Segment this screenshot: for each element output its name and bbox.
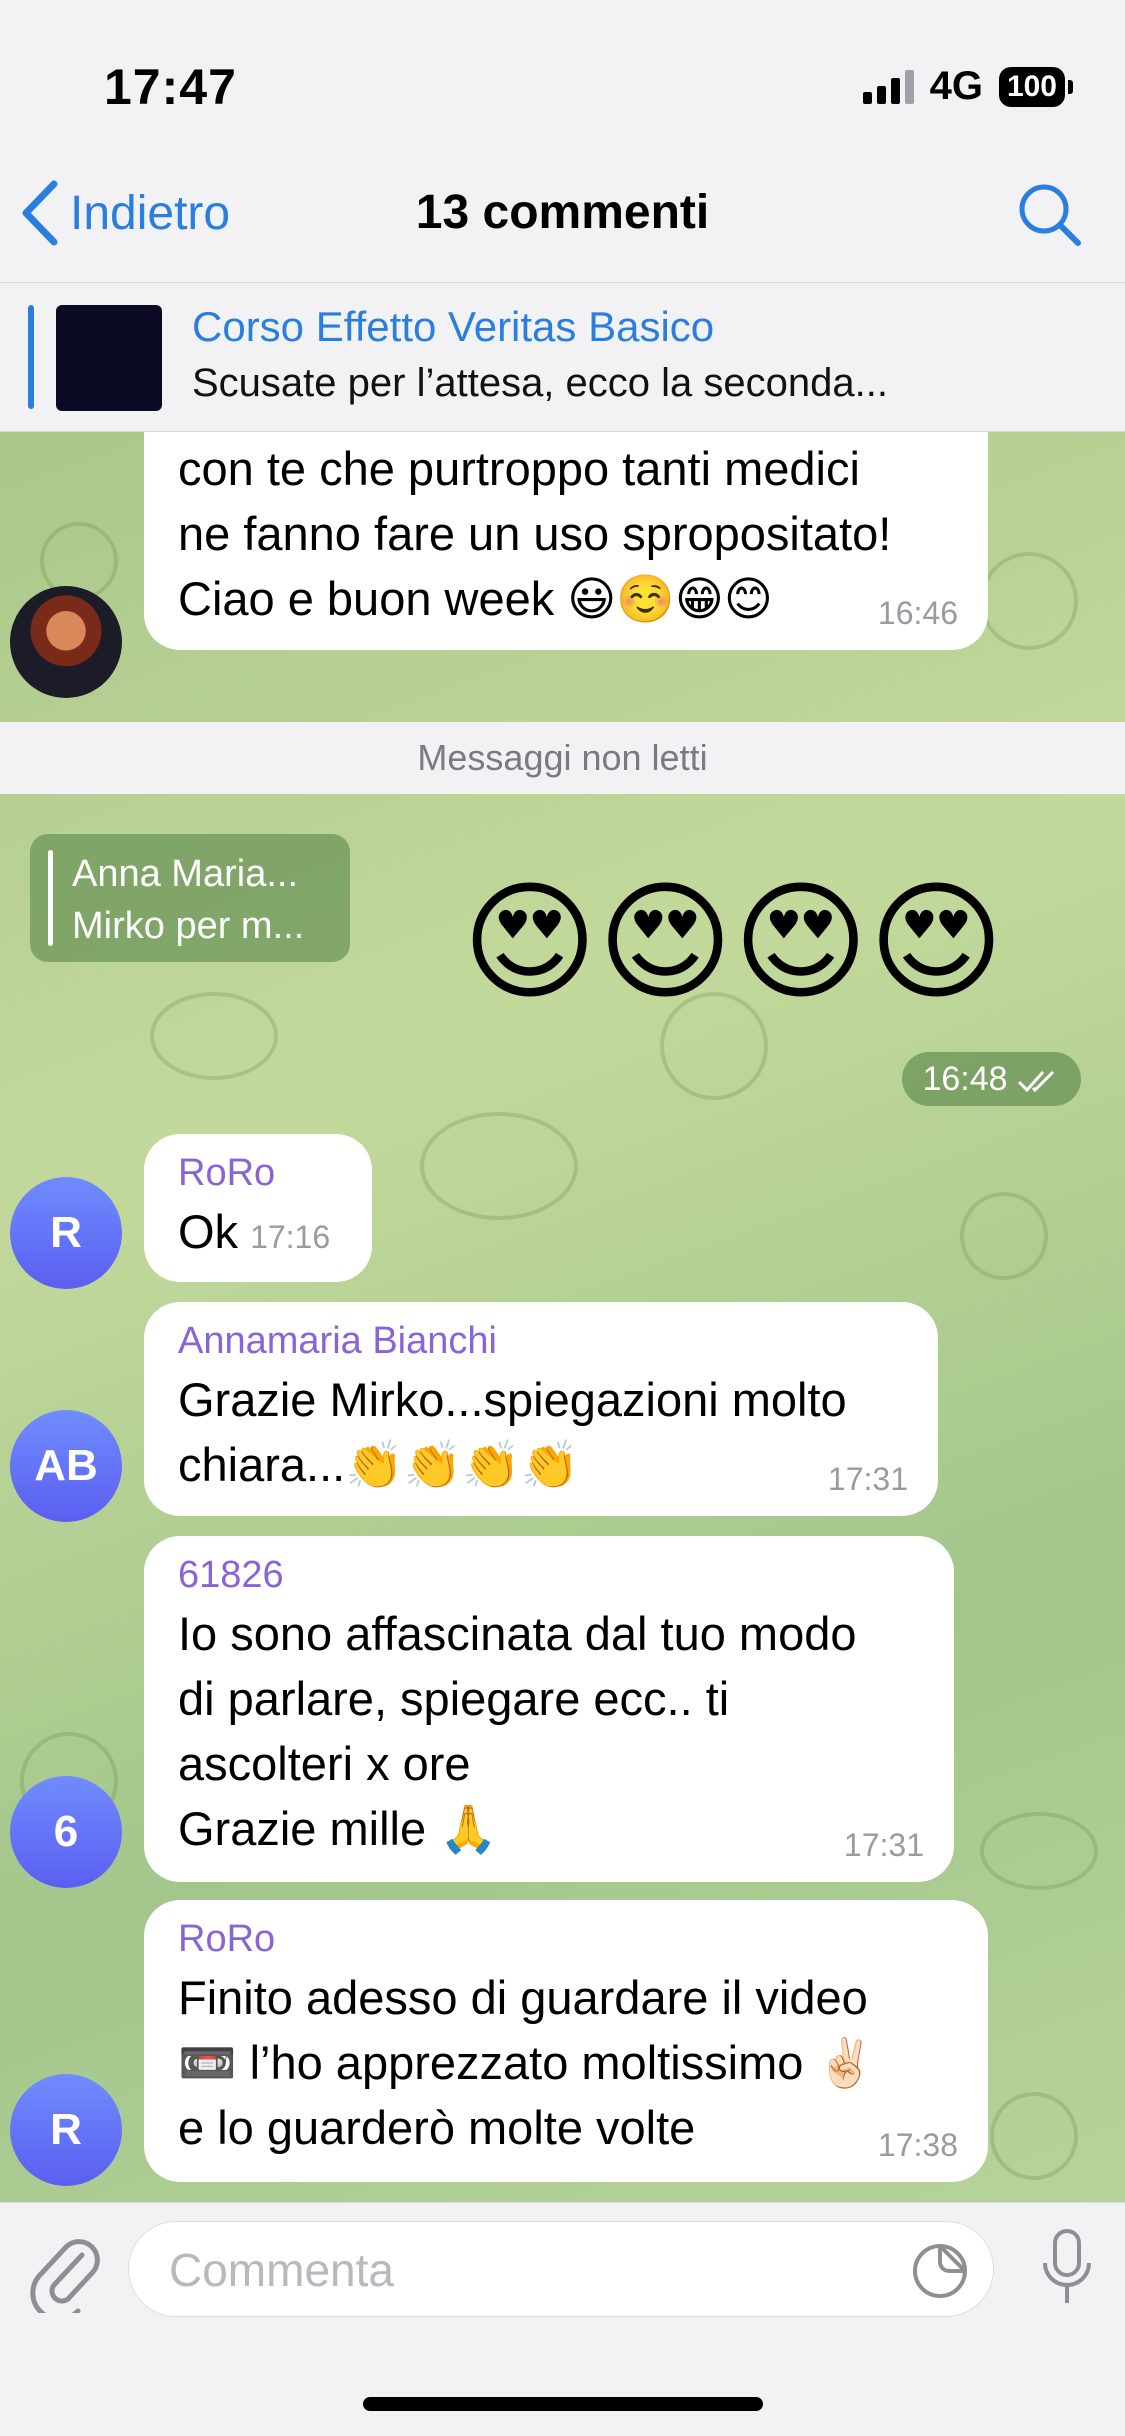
sender-name[interactable]: RoRo <box>178 1152 342 1195</box>
message-text: ascolteri x ore <box>178 1737 471 1790</box>
reply-name: Anna Maria... <box>72 853 298 895</box>
message-text: di parlare, spiegare ecc.. ti <box>178 1672 730 1725</box>
home-indicator[interactable] <box>363 2397 763 2411</box>
sender-name[interactable]: 61826 <box>178 1554 924 1597</box>
message-text: Grazie mille 🙏 <box>178 1802 498 1855</box>
battery-icon: 100 <box>998 66 1073 107</box>
pinned-thumbnail <box>56 305 162 411</box>
battery-level: 100 <box>998 66 1065 107</box>
status-time: 17:47 <box>104 59 237 115</box>
double-check-icon <box>1017 1070 1055 1093</box>
sticker-icon <box>913 2244 967 2298</box>
nav-bar: Indietro 13 commenti <box>0 160 1125 282</box>
status-bar: 17:47 4G 100 <box>0 0 1125 160</box>
paperclip-icon <box>30 2239 100 2322</box>
reply-preview[interactable]: Anna Maria... Mirko per m... <box>30 834 350 962</box>
voice-button[interactable] <box>1039 2227 1095 2316</box>
message-time: 16:48 <box>902 1052 1081 1106</box>
comment-input[interactable] <box>167 2222 871 2318</box>
message-text: Grazie Mirko...spiegazioni molto <box>178 1373 847 1426</box>
unread-divider: Messaggi non letti <box>0 722 1125 794</box>
status-icons: 4G 100 <box>862 64 1073 109</box>
sender-name[interactable]: RoRo <box>178 1918 958 1961</box>
avatar[interactable] <box>10 586 122 698</box>
message-text: Ok <box>178 1205 239 1258</box>
reply-text: Mirko per m... <box>72 905 305 947</box>
message-time: 17:31 <box>843 1827 924 1863</box>
message-text: e lo guarderò molte volte <box>178 2101 696 2154</box>
comment-field[interactable] <box>128 2221 994 2318</box>
page-title: 13 commenti <box>415 186 710 239</box>
message-time: 17:16 <box>250 1219 331 1255</box>
network-type: 4G <box>929 64 983 108</box>
pinned-indicator <box>28 305 34 409</box>
message-text: chiara...👏👏👏👏 <box>178 1438 580 1491</box>
message-bubble[interactable]: 61826 Io sono affascinata dal tuo modo d… <box>144 1536 954 1882</box>
message-text: Io sono affascinata dal tuo modo <box>178 1607 857 1660</box>
search-button[interactable] <box>1015 180 1085 255</box>
pinned-text: Scusate per l’attesa, ecco la seconda... <box>192 361 888 405</box>
message-text: con te che purtroppo tanti medici <box>178 442 860 495</box>
message-time: 17:31 <box>827 1461 908 1497</box>
message-text: 📼 l’ho apprezzato moltissimo ✌🏻 <box>178 2036 875 2089</box>
pinned-title: Corso Effetto Veritas Basico <box>192 303 715 350</box>
message-time: 16:46 <box>877 595 958 631</box>
pinned-message[interactable]: Corso Effetto Veritas Basico Scusate per… <box>0 282 1125 432</box>
avatar[interactable]: 6 <box>10 1776 122 1888</box>
message-text: Finito adesso di guardare il video <box>178 1971 868 2024</box>
sender-name[interactable]: Annamaria Bianchi <box>178 1320 908 1363</box>
attach-button[interactable] <box>30 2233 102 2322</box>
message-text: ne fanno fare un uso spropositato! <box>178 507 892 560</box>
search-icon <box>1019 184 1081 246</box>
chat-area[interactable]: con te che purtroppo tanti medici ne fan… <box>0 432 1125 2202</box>
avatar[interactable]: R <box>10 2074 122 2186</box>
message-time: 17:38 <box>877 2127 958 2163</box>
sticker-button[interactable] <box>911 2242 969 2305</box>
avatar[interactable]: AB <box>10 1410 122 1522</box>
message-bubble[interactable]: Annamaria Bianchi Grazie Mirko...spiegaz… <box>144 1302 938 1516</box>
message-bubble[interactable]: RoRo Finito adesso di guardare il video … <box>144 1900 988 2182</box>
signal-icon <box>862 69 914 104</box>
sent-time-text: 16:48 <box>922 1060 1008 1098</box>
avatar[interactable]: R <box>10 1177 122 1289</box>
message-bubble[interactable]: con te che purtroppo tanti medici ne fan… <box>144 432 988 650</box>
message-bubble[interactable]: RoRo Ok 17:16 <box>144 1134 372 1282</box>
message-text: Ciao e buon week 😃☺️😁😊 <box>178 572 773 625</box>
emoji-message[interactable]: 😍😍😍😍 <box>462 867 1004 1017</box>
microphone-icon <box>1043 2229 1091 2303</box>
